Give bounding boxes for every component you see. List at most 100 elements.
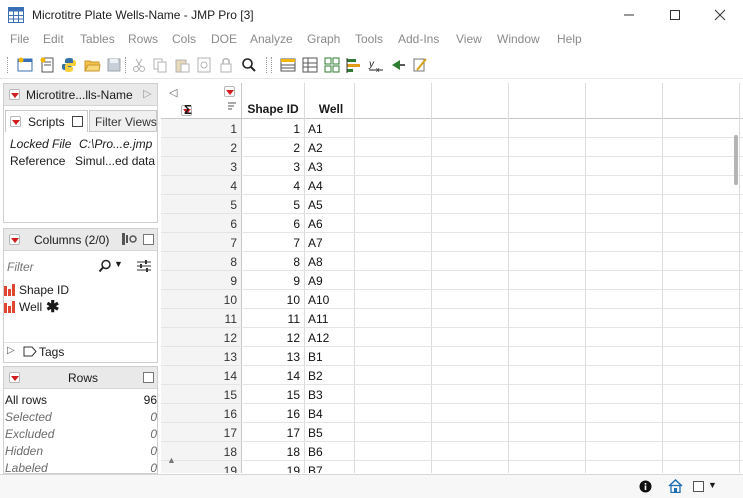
rows-stat-excluded[interactable]: Excluded 0 (5, 426, 157, 443)
cell-shape-id[interactable]: 7 (242, 236, 304, 250)
row-number[interactable]: 11 (161, 312, 241, 326)
rows-stat-selected[interactable]: Selected 0 (5, 409, 157, 426)
table-row[interactable]: 19 19 B7 (161, 461, 743, 473)
minimize-button[interactable] (606, 0, 652, 30)
cell-well[interactable]: A9 (308, 274, 368, 288)
new-data-table-icon[interactable] (16, 56, 34, 74)
cell-well[interactable]: B5 (308, 426, 368, 440)
table-row[interactable]: 8 8 A8 (161, 252, 743, 271)
cell-well[interactable]: A2 (308, 141, 368, 155)
menu-graph[interactable]: Graph (307, 32, 340, 46)
cell-well[interactable]: A3 (308, 160, 368, 174)
menu-add-ins[interactable]: Add-Ins (398, 32, 439, 46)
menu-doe[interactable]: DOE (211, 32, 237, 46)
table-row[interactable]: 1 1 A1 (161, 119, 743, 138)
row-number[interactable]: 15 (161, 388, 241, 402)
cell-shape-id[interactable]: 15 (242, 388, 304, 402)
menu-view[interactable]: View (456, 32, 482, 46)
column-header-well[interactable]: Well (308, 102, 354, 116)
column-item-well[interactable]: Well ✱ (4, 299, 154, 316)
table-red-triangle-icon[interactable] (9, 89, 20, 100)
tab-filter-views[interactable]: Filter Views (89, 110, 157, 132)
menu-cols[interactable]: Cols (172, 32, 196, 46)
row-number[interactable]: 10 (161, 293, 241, 307)
column-property-asterisk-icon[interactable]: ✱ (46, 297, 59, 317)
scripts-checkbox[interactable] (72, 116, 83, 127)
new-script-icon[interactable] (38, 56, 56, 74)
close-button[interactable] (697, 0, 743, 30)
column-item-shape-id[interactable]: Shape ID (4, 282, 154, 299)
paste-icon[interactable] (173, 56, 191, 74)
cell-shape-id[interactable]: 11 (242, 312, 304, 326)
script-name[interactable]: Reference (10, 154, 65, 168)
cell-shape-id[interactable]: 17 (242, 426, 304, 440)
cell-well[interactable]: B2 (308, 369, 368, 383)
annotate-icon[interactable] (411, 56, 429, 74)
row-number[interactable]: 3 (161, 160, 241, 174)
script-name[interactable]: Locked File (10, 137, 71, 151)
table-row[interactable]: 16 16 B4 (161, 404, 743, 423)
table-row[interactable]: 3 3 A3 (161, 157, 743, 176)
cell-shape-id[interactable]: 1 (242, 122, 304, 136)
table-row[interactable]: 7 7 A7 (161, 233, 743, 252)
table-row[interactable]: 6 6 A6 (161, 214, 743, 233)
cell-well[interactable]: B3 (308, 388, 368, 402)
table-row[interactable]: 13 13 B1 (161, 347, 743, 366)
table-row[interactable]: 15 15 B3 (161, 385, 743, 404)
row-number[interactable]: 14 (161, 369, 241, 383)
search-icon[interactable] (98, 259, 112, 276)
cell-shape-id[interactable]: 6 (242, 217, 304, 231)
cell-shape-id[interactable]: 13 (242, 350, 304, 364)
table-row[interactable]: 9 9 A9 (161, 271, 743, 290)
row-number[interactable]: 6 (161, 217, 241, 231)
lock-icon[interactable] (217, 56, 235, 74)
cell-well[interactable]: B4 (308, 407, 368, 421)
table-row[interactable]: 18 18 B6 (161, 442, 743, 461)
table-row[interactable]: 14 14 B2 (161, 366, 743, 385)
save-icon[interactable] (105, 56, 123, 74)
cell-well[interactable]: A1 (308, 122, 368, 136)
cell-well[interactable]: B7 (308, 464, 368, 473)
cell-well[interactable]: A7 (308, 236, 368, 250)
menu-edit[interactable]: Edit (43, 32, 64, 46)
table-row[interactable]: 17 17 B5 (161, 423, 743, 442)
row-number[interactable]: 13 (161, 350, 241, 364)
cell-well[interactable]: B6 (308, 445, 368, 459)
menu-help[interactable]: Help (557, 32, 582, 46)
window-list-checkbox[interactable] (693, 481, 704, 492)
fit-model-icon[interactable] (389, 56, 407, 74)
cell-well[interactable]: A8 (308, 255, 368, 269)
fit-y-by-x-icon[interactable]: yx (367, 56, 385, 74)
row-number[interactable]: 17 (161, 426, 241, 440)
cell-shape-id[interactable]: 14 (242, 369, 304, 383)
expand-arrow-icon[interactable]: ▷ (7, 345, 15, 356)
copy-icon[interactable] (151, 56, 169, 74)
cell-shape-id[interactable]: 19 (242, 464, 304, 473)
home-icon[interactable] (668, 478, 683, 496)
bar-chart-icon[interactable] (345, 56, 363, 74)
row-number[interactable]: 4 (161, 179, 241, 193)
cell-well[interactable]: A4 (308, 179, 368, 193)
cell-shape-id[interactable]: 2 (242, 141, 304, 155)
columns-filter-input[interactable] (7, 258, 93, 276)
rows-stat-all[interactable]: All rows 96 (5, 392, 157, 409)
table-grid-icon[interactable] (301, 56, 319, 74)
cell-well[interactable]: B1 (308, 350, 368, 364)
scroll-up-arrow-icon[interactable]: ▲ (167, 455, 176, 465)
chevron-down-icon[interactable]: ▼ (114, 259, 123, 269)
menu-tools[interactable]: Tools (355, 32, 383, 46)
column-header-shape-id[interactable]: Shape ID (242, 102, 304, 116)
table-row[interactable]: 5 5 A5 (161, 195, 743, 214)
columns-checkbox[interactable] (143, 234, 154, 245)
cell-shape-id[interactable]: 16 (242, 407, 304, 421)
expand-arrow-icon[interactable]: ▷ (143, 87, 151, 100)
table-row[interactable]: 2 2 A2 (161, 138, 743, 157)
cell-shape-id[interactable]: 3 (242, 160, 304, 174)
row-number[interactable]: 2 (161, 141, 241, 155)
table-row[interactable]: 10 10 A10 (161, 290, 743, 309)
chevron-down-icon[interactable]: ▼ (708, 480, 717, 490)
tile-view-icon[interactable] (323, 56, 341, 74)
vertical-scrollbar[interactable] (734, 135, 738, 185)
python-icon[interactable] (60, 56, 78, 74)
rows-stat-hidden[interactable]: Hidden 0 (5, 443, 157, 460)
